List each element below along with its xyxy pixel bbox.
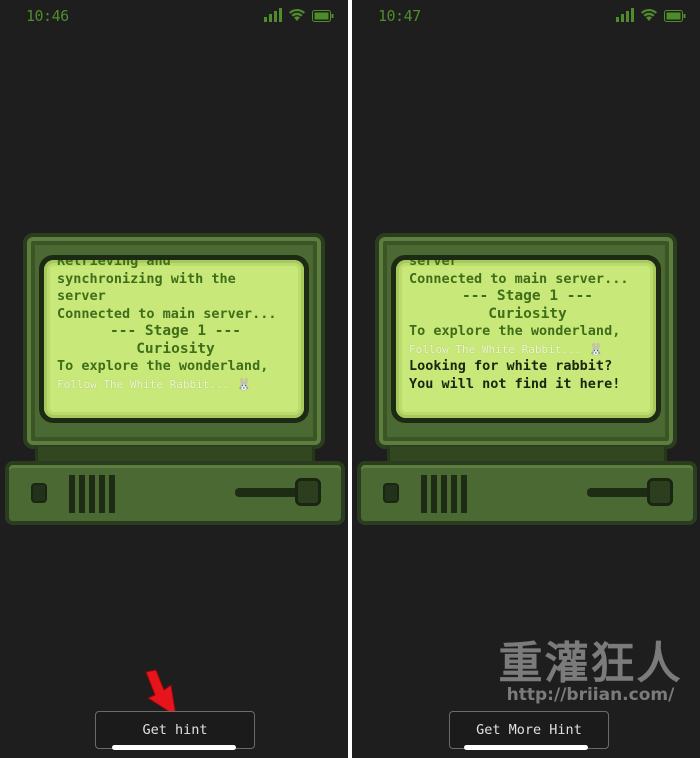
wifi-icon (640, 8, 658, 22)
screen-frame: Retrieving and synchronizing with the se… (39, 255, 309, 423)
stage-heading: --- Stage 1 --- (462, 288, 593, 304)
terminal-line: Connected to main server... (57, 305, 277, 322)
retro-computer: Retrieving and synchronizing with the se… (5, 233, 345, 528)
terminal-screen: server Connected to main server... --- S… (396, 260, 656, 418)
get-more-hint-button[interactable]: Get More Hint (449, 711, 609, 749)
monitor: Retrieving and synchronizing with the se… (23, 233, 325, 449)
status-icons (264, 8, 334, 22)
cellular-signal-icon (616, 8, 634, 22)
rabbit-emoji-icon: 🐰 (237, 377, 252, 391)
power-button (383, 483, 399, 503)
terminal-line: To explore the wonderland, (409, 323, 621, 339)
rabbit-emoji-icon: 🐰 (589, 342, 604, 356)
watermark-url: http://briian.com/ (506, 685, 675, 705)
retro-computer: server Connected to main server... --- S… (357, 233, 697, 528)
terminal-line: Retrieving and (57, 260, 171, 269)
terminal-text: server Connected to main server... --- S… (409, 260, 646, 393)
monitor-neck (387, 447, 667, 461)
monitor-neck (35, 447, 315, 461)
status-bar: 10:47 (352, 0, 700, 32)
terminal-text: Retrieving and synchronizing with the se… (57, 260, 294, 394)
hint-line: You will not find it here! (409, 375, 621, 392)
terminal-line: server (409, 260, 458, 269)
watermark-text: 重灌狂人 (498, 638, 683, 689)
home-indicator (464, 745, 588, 750)
home-indicator (112, 745, 236, 750)
faint-clue-text: Follow The White Rabbit... (409, 342, 582, 356)
wifi-icon (288, 8, 306, 22)
stage-title: Curiosity (488, 305, 567, 322)
terminal-line: server (57, 288, 106, 304)
battery-icon (312, 10, 334, 22)
cellular-signal-icon (264, 8, 282, 22)
watermark: 重灌狂人 http://briian.com/ (488, 627, 693, 705)
status-bar: 10:46 (0, 0, 348, 32)
screen-frame: server Connected to main server... --- S… (391, 255, 661, 423)
power-button (31, 483, 47, 503)
stage-title: Curiosity (136, 340, 215, 357)
terminal-line: Connected to main server... (409, 270, 629, 287)
terminal-screen: Retrieving and synchronizing with the se… (44, 260, 304, 418)
clue-line: Follow The White Rabbit... 🐰 (409, 341, 646, 359)
slider-knob (647, 478, 673, 506)
clue-line: Follow The White Rabbit... 🐰 (57, 376, 294, 394)
status-time: 10:47 (378, 7, 421, 25)
vents (69, 475, 115, 513)
battery-icon (664, 10, 686, 22)
hint-line: Looking for white rabbit? (409, 358, 613, 374)
phone-screenshot-left: 10:46 Retrieving and synchronizing with … (0, 0, 348, 758)
get-hint-button[interactable]: Get hint (95, 711, 255, 749)
terminal-line: synchronizing with the (57, 270, 236, 287)
status-icons (616, 8, 686, 22)
status-time: 10:46 (26, 7, 69, 25)
stage-heading: --- Stage 1 --- (110, 323, 241, 339)
slider-knob (295, 478, 321, 506)
terminal-line: To explore the wonderland, (57, 358, 269, 374)
vents (421, 475, 467, 513)
monitor: server Connected to main server... --- S… (375, 233, 677, 449)
computer-base (357, 461, 697, 525)
faint-clue-text: Follow The White Rabbit... (57, 377, 230, 391)
computer-base (5, 461, 345, 525)
